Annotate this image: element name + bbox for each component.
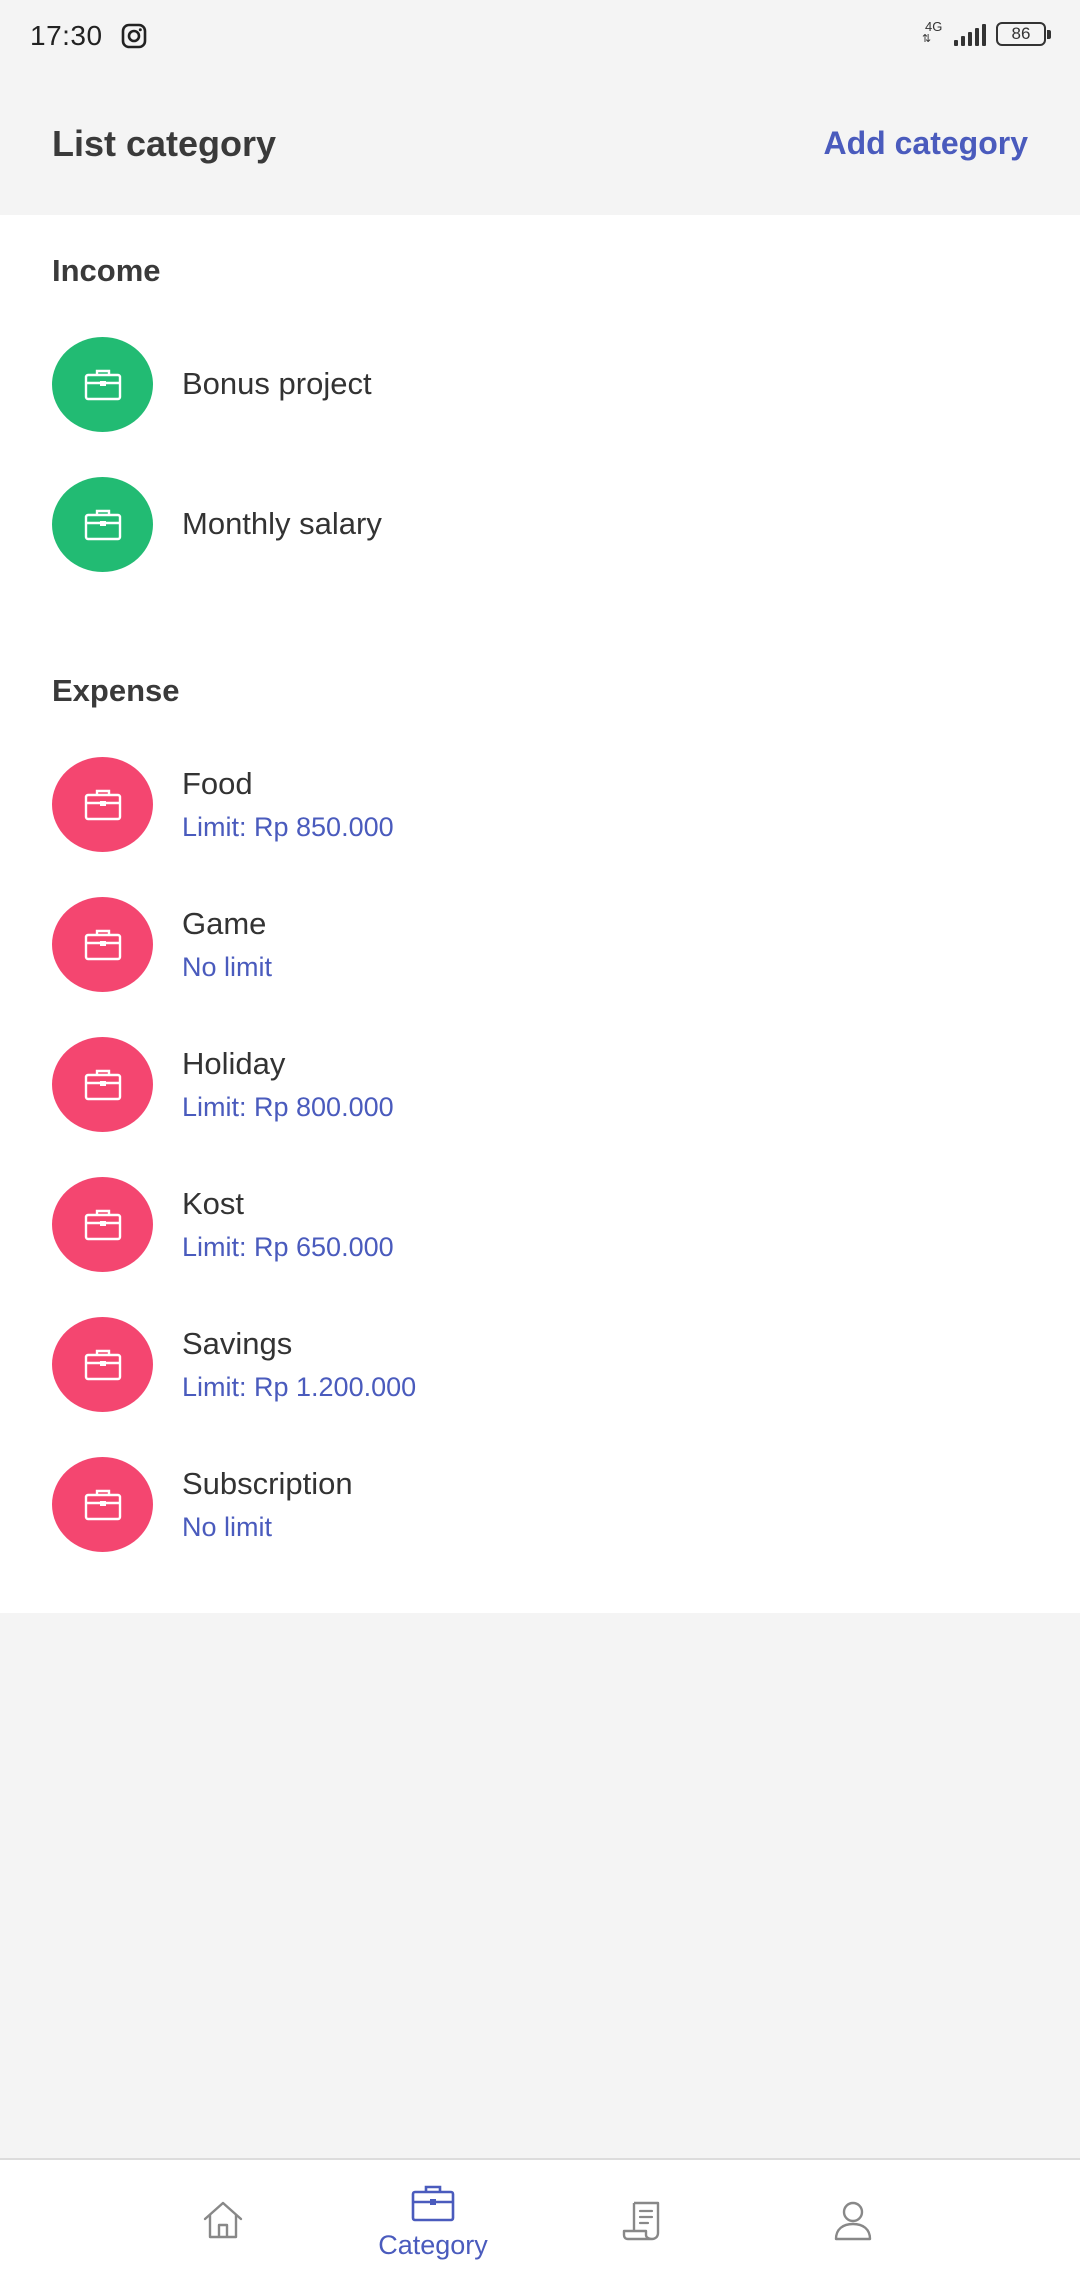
network-type-label: 4G bbox=[925, 19, 943, 34]
battery-level: 86 bbox=[1011, 24, 1031, 43]
nav-profile[interactable] bbox=[763, 2160, 943, 2280]
category-row-savings[interactable]: Savings Limit: Rp 1.200.000 bbox=[52, 1316, 1028, 1412]
briefcase-icon bbox=[84, 509, 121, 541]
status-bar: 17:30 4G ⇅ 86 bbox=[0, 0, 1080, 72]
home-icon bbox=[203, 2201, 243, 2239]
category-avatar bbox=[52, 1176, 153, 1272]
battery-icon: 86 bbox=[996, 22, 1051, 46]
category-name: Food bbox=[182, 765, 253, 801]
category-limit: Limit: Rp 850.000 bbox=[182, 811, 394, 842]
app-header: List category Add category bbox=[0, 72, 1080, 215]
category-avatar bbox=[52, 1316, 153, 1412]
category-text: Kost Limit: Rp 650.000 bbox=[182, 1186, 394, 1263]
category-row-game[interactable]: Game No limit bbox=[52, 896, 1028, 992]
instagram-icon bbox=[121, 23, 146, 49]
nav-category[interactable]: Category bbox=[343, 2160, 523, 2280]
category-limit: Limit: Rp 650.000 bbox=[182, 1231, 394, 1262]
nav-home[interactable] bbox=[133, 2160, 313, 2280]
briefcase-icon bbox=[84, 1489, 121, 1521]
briefcase-icon bbox=[84, 1349, 121, 1381]
category-text: Food Limit: Rp 850.000 bbox=[182, 766, 394, 843]
category-list: Income Bonus project Monthly salary Expe… bbox=[0, 215, 1080, 1613]
category-name: Bonus project bbox=[182, 366, 372, 401]
add-category-button[interactable]: Add category bbox=[824, 125, 1028, 162]
category-name: Monthly salary bbox=[182, 506, 382, 541]
signal-icon bbox=[954, 22, 986, 46]
category-limit: No limit bbox=[182, 1511, 273, 1542]
expense-section-title: Expense bbox=[52, 673, 180, 708]
category-name: Holiday bbox=[182, 1045, 286, 1081]
briefcase-icon bbox=[84, 1069, 121, 1101]
category-text: Subscription No limit bbox=[182, 1466, 353, 1543]
category-name: Subscription bbox=[182, 1465, 353, 1501]
category-list-screen: 17:30 4G ⇅ 86 List category Add category… bbox=[0, 0, 1080, 2280]
network-type: 4G ⇅ bbox=[922, 20, 944, 48]
category-row-monthly-salary[interactable]: Monthly salary bbox=[52, 476, 1028, 572]
category-row-kost[interactable]: Kost Limit: Rp 650.000 bbox=[52, 1176, 1028, 1272]
status-time: 17:30 bbox=[30, 20, 103, 51]
category-limit: Limit: Rp 800.000 bbox=[182, 1091, 394, 1122]
category-limit: Limit: Rp 1.200.000 bbox=[182, 1371, 417, 1402]
briefcase-icon bbox=[84, 369, 121, 401]
category-row-food[interactable]: Food Limit: Rp 850.000 bbox=[52, 756, 1028, 852]
category-name: Savings bbox=[182, 1325, 293, 1361]
briefcase-icon bbox=[84, 929, 121, 961]
category-text: Bonus project bbox=[182, 366, 372, 402]
briefcase-icon bbox=[84, 1209, 121, 1241]
briefcase-icon bbox=[411, 2185, 455, 2221]
page-title: List category bbox=[52, 122, 277, 164]
bottom-nav: Category bbox=[0, 2158, 1080, 2280]
receipt-icon bbox=[622, 2201, 660, 2241]
category-avatar bbox=[52, 476, 153, 572]
category-row-holiday[interactable]: Holiday Limit: Rp 800.000 bbox=[52, 1036, 1028, 1132]
category-row-bonus-project[interactable]: Bonus project bbox=[52, 336, 1028, 432]
category-avatar bbox=[52, 896, 153, 992]
status-indicators: 4G ⇅ 86 bbox=[922, 20, 1051, 48]
profile-icon bbox=[834, 2201, 872, 2241]
category-row-subscription[interactable]: Subscription No limit bbox=[52, 1456, 1028, 1552]
category-avatar bbox=[52, 1456, 153, 1552]
category-avatar bbox=[52, 336, 153, 432]
category-name: Kost bbox=[182, 1185, 245, 1221]
category-name: Game bbox=[182, 905, 267, 941]
nav-category-label: Category bbox=[378, 2229, 488, 2260]
category-avatar bbox=[52, 1036, 153, 1132]
category-text: Savings Limit: Rp 1.200.000 bbox=[182, 1326, 416, 1403]
briefcase-icon bbox=[84, 789, 121, 821]
category-text: Holiday Limit: Rp 800.000 bbox=[182, 1046, 394, 1123]
category-limit: No limit bbox=[182, 951, 273, 982]
category-text: Monthly salary bbox=[182, 506, 382, 542]
income-section-title: Income bbox=[52, 253, 161, 288]
category-avatar bbox=[52, 756, 153, 852]
nav-transactions[interactable] bbox=[553, 2160, 733, 2280]
category-text: Game No limit bbox=[182, 906, 272, 983]
data-arrows-icon: ⇅ bbox=[922, 33, 932, 45]
